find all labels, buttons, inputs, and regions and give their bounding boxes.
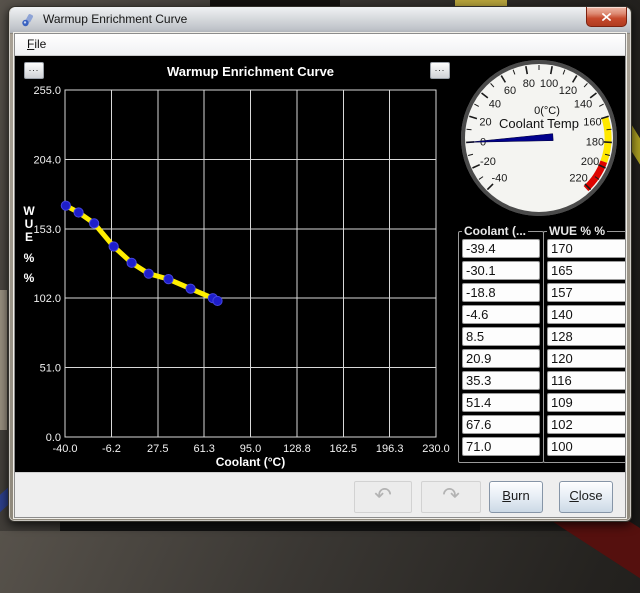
- desktop-decoration: [0, 290, 7, 430]
- cell-input[interactable]: [547, 437, 625, 456]
- svg-text:Warmup Enrichment Curve: Warmup Enrichment Curve: [167, 64, 334, 79]
- cell-input[interactable]: [462, 393, 540, 412]
- svg-text:%: %: [24, 251, 35, 265]
- window-title: Warmup Enrichment Curve: [43, 12, 187, 26]
- svg-text:160: 160: [583, 116, 601, 128]
- cell-input[interactable]: [462, 261, 540, 280]
- cell-input[interactable]: [547, 283, 625, 302]
- footer-button-bar: ↶ ↷ Burn Close: [15, 472, 625, 517]
- svg-text:-40: -40: [491, 173, 507, 185]
- cell-input[interactable]: [547, 415, 625, 434]
- svg-text:204.0: 204.0: [33, 154, 61, 166]
- cell-input[interactable]: [462, 327, 540, 346]
- close-button[interactable]: [586, 7, 627, 27]
- cell-input[interactable]: [547, 371, 625, 390]
- cell-input[interactable]: [547, 327, 625, 346]
- svg-text:140: 140: [574, 98, 592, 110]
- svg-text:128.8: 128.8: [283, 443, 311, 455]
- cell-input[interactable]: [547, 239, 625, 258]
- cell-input[interactable]: [547, 349, 625, 368]
- svg-text:120: 120: [559, 85, 577, 97]
- svg-text:E: E: [25, 230, 33, 244]
- svg-text:60: 60: [504, 85, 516, 97]
- column-header: Coolant (...: [462, 224, 528, 238]
- svg-text:80: 80: [523, 78, 535, 90]
- close-icon: [602, 13, 611, 21]
- burn-button[interactable]: Burn: [489, 481, 543, 513]
- cell-input[interactable]: [547, 305, 625, 324]
- cell-input[interactable]: [547, 393, 625, 412]
- svg-text:-40.0: -40.0: [52, 443, 77, 455]
- dialog-window: Warmup Enrichment Curve File ... ... -40…: [8, 6, 632, 522]
- cell-input[interactable]: [462, 371, 540, 390]
- cell-input[interactable]: [462, 349, 540, 368]
- svg-text:100: 100: [540, 78, 558, 90]
- undo-icon: ↶: [374, 484, 392, 507]
- menu-file[interactable]: File: [19, 35, 54, 54]
- svg-text:95.0: 95.0: [240, 443, 261, 455]
- svg-text:27.5: 27.5: [147, 443, 168, 455]
- svg-text:220: 220: [569, 173, 587, 185]
- svg-text:W: W: [23, 204, 35, 218]
- column-header: WUE % %: [547, 224, 607, 238]
- svg-text:Coolant (°C): Coolant (°C): [216, 455, 285, 469]
- menu-bar: File: [15, 34, 625, 56]
- cell-input[interactable]: [462, 283, 540, 302]
- desktop-decoration: [60, 522, 480, 531]
- chart-options-button-left[interactable]: ...: [24, 62, 44, 79]
- cell-input[interactable]: [462, 415, 540, 434]
- warmup-curve-chart[interactable]: -40.0 -6.2 27.5 61.3 95.0 128.8 162.5 196.3 230.…: [15, 56, 455, 472]
- window-client-area: File ... ... -40.0 -6.2 27.5 61.3 95.0 128.8 1…: [14, 33, 626, 518]
- svg-text:180: 180: [586, 136, 604, 148]
- svg-text:%: %: [24, 271, 35, 285]
- svg-text:-20: -20: [480, 156, 496, 168]
- redo-button[interactable]: ↷: [421, 481, 481, 513]
- svg-text:153.0: 153.0: [33, 224, 61, 236]
- coolant-temp-gauge: -40-200204060801001201401601802002200(°C…: [455, 56, 625, 220]
- chart-options-button-right[interactable]: ...: [430, 62, 450, 79]
- svg-text:61.3: 61.3: [193, 443, 214, 455]
- table-column-wue: WUE % %: [543, 224, 625, 463]
- cell-input[interactable]: [462, 305, 540, 324]
- desktop: { "window": { "title": "Warmup Enrichmen…: [0, 0, 640, 531]
- app-icon: [20, 12, 36, 28]
- table-column-coolant: Coolant (...: [458, 224, 544, 463]
- close-dialog-button[interactable]: Close: [559, 481, 613, 513]
- redo-icon: ↷: [442, 484, 460, 507]
- cell-input[interactable]: [462, 437, 540, 456]
- svg-text:102.0: 102.0: [33, 293, 61, 305]
- svg-text:196.3: 196.3: [376, 443, 404, 455]
- undo-button[interactable]: ↶: [354, 481, 412, 513]
- svg-text:200: 200: [581, 156, 599, 168]
- cell-input[interactable]: [547, 261, 625, 280]
- svg-text:0: 0: [480, 136, 486, 148]
- svg-text:162.5: 162.5: [329, 443, 357, 455]
- svg-text:0.0: 0.0: [46, 432, 61, 444]
- svg-text:40: 40: [489, 98, 501, 110]
- svg-text:U: U: [25, 217, 34, 231]
- svg-text:20: 20: [479, 116, 491, 128]
- svg-text:-6.2: -6.2: [102, 443, 121, 455]
- svg-text:Coolant Temp: Coolant Temp: [499, 116, 579, 131]
- editor-panel: ... ... -40.0 -6.2 27.5 61.3 95.0 128.8 162.5 1…: [15, 56, 625, 472]
- svg-text:255.0: 255.0: [33, 85, 61, 97]
- svg-text:230.0: 230.0: [422, 443, 450, 455]
- title-bar[interactable]: Warmup Enrichment Curve: [10, 7, 630, 34]
- cell-input[interactable]: [462, 239, 540, 258]
- svg-text:51.0: 51.0: [40, 363, 61, 375]
